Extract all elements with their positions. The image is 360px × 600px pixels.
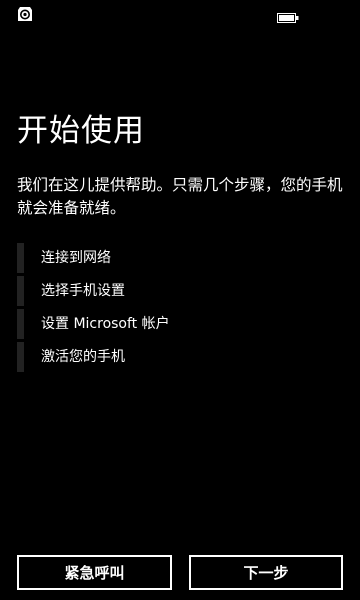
page-title: 开始使用: [17, 113, 145, 149]
step-choose-settings: 选择手机设置: [17, 276, 337, 306]
status-bar: [0, 0, 360, 26]
battery-icon: [277, 8, 299, 23]
step-setup-account: 设置 Microsoft 帐户: [17, 309, 337, 339]
sync-icon: [17, 6, 33, 22]
emergency-call-button[interactable]: 紧急呼叫: [17, 555, 172, 590]
step-activate-phone: 激活您的手机: [17, 342, 337, 372]
intro-text: 我们在这儿提供帮助。只需几个步骤，您的手机就会准备就绪。: [17, 176, 343, 217]
step-connect-network: 连接到网络: [17, 243, 337, 273]
next-button[interactable]: 下一步: [189, 555, 343, 590]
setup-steps-list: 连接到网络 选择手机设置 设置 Microsoft 帐户 激活您的手机: [17, 243, 337, 375]
